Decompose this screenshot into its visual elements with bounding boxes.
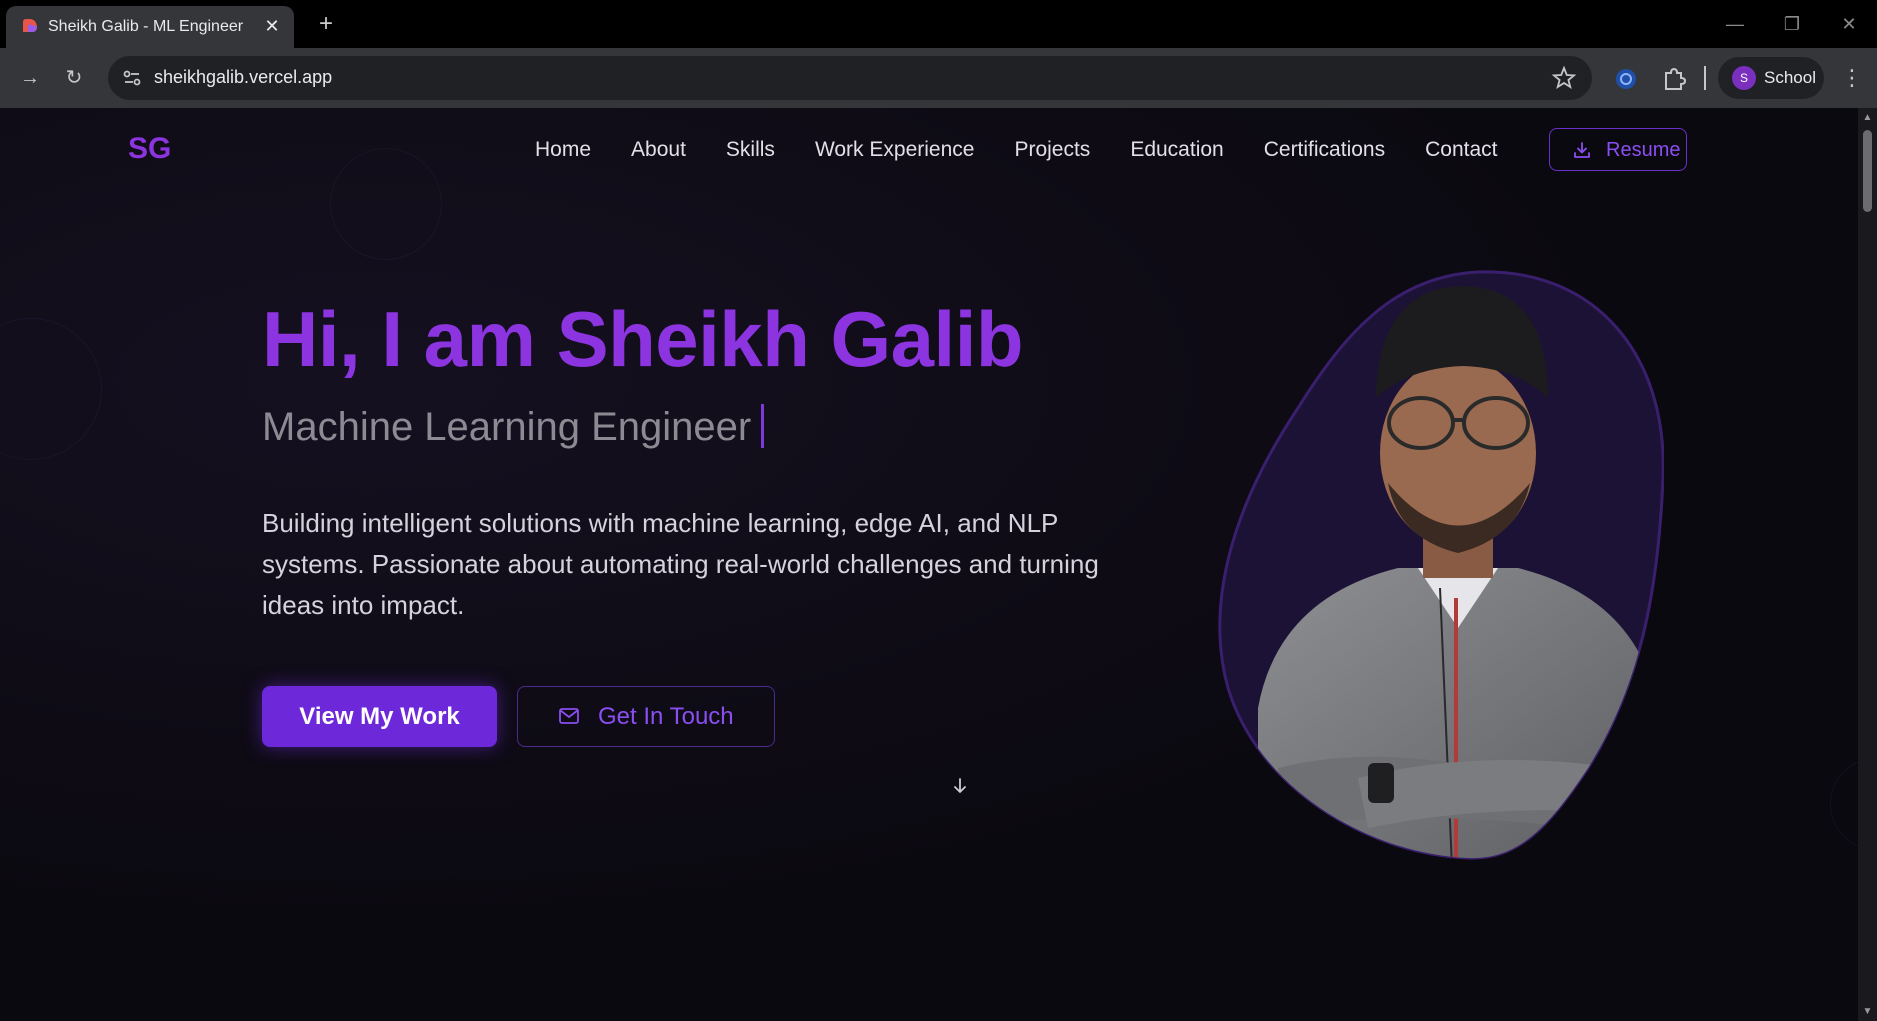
nav-item-skills[interactable]: Skills: [726, 138, 775, 162]
scroll-up-icon[interactable]: ▲: [1862, 112, 1873, 123]
profile-label: School: [1764, 68, 1816, 87]
get-in-touch-label: Get In Touch: [598, 703, 734, 730]
site-favicon-icon: [23, 19, 37, 32]
close-window-icon[interactable]: ✕: [1829, 8, 1869, 40]
resume-label: Resume: [1606, 139, 1681, 161]
extension-icon[interactable]: [1611, 64, 1641, 94]
decorative-circle: [1830, 758, 1858, 850]
hero-description: Building intelligent solutions with mach…: [262, 508, 1099, 620]
portfolio-page: SG Home About Skills Work Experience Pro…: [0, 108, 1858, 1021]
restore-icon[interactable]: ❐: [1772, 8, 1812, 40]
forward-icon[interactable]: →: [14, 62, 46, 94]
url-text: sheikhgalib.vercel.app: [154, 67, 333, 87]
nav-item-home[interactable]: Home: [535, 138, 591, 162]
browser-tab-bar: Sheikh Galib - ML Engineer ✕ + — ❐ ✕: [0, 0, 1877, 48]
hero-subtitle: Machine Learning Engineer: [262, 404, 765, 450]
get-in-touch-button[interactable]: Get In Touch: [517, 686, 775, 747]
extensions-puzzle-icon[interactable]: [1659, 64, 1689, 94]
bookmark-star-icon[interactable]: [1550, 64, 1578, 92]
main-nav: Home About Skills Work Experience Projec…: [535, 138, 1537, 162]
typing-caret: [761, 404, 765, 448]
view-my-work-button[interactable]: View My Work: [262, 686, 497, 747]
mail-icon: [559, 708, 579, 724]
page-scrollbar[interactable]: ▲ ▼: [1858, 108, 1877, 1021]
nav-item-education[interactable]: Education: [1130, 138, 1223, 162]
nav-item-certifications[interactable]: Certifications: [1264, 138, 1385, 162]
browser-menu-icon[interactable]: ⋮: [1838, 62, 1866, 94]
hero-subtitle-text: Machine Learning Engineer: [262, 405, 752, 449]
decorative-circle: [330, 148, 442, 260]
scroll-thumb[interactable]: [1863, 130, 1872, 212]
resume-button[interactable]: Resume: [1549, 128, 1687, 171]
profile-photo: [1218, 270, 1664, 860]
address-bar[interactable]: sheikhgalib.vercel.app: [108, 56, 1592, 100]
tab-title: Sheikh Galib - ML Engineer: [48, 18, 244, 35]
site-info-icon[interactable]: [118, 64, 146, 92]
avatar: S: [1732, 66, 1756, 90]
minimize-icon[interactable]: —: [1715, 8, 1755, 40]
nav-item-about[interactable]: About: [631, 138, 686, 162]
toolbar-divider: [1704, 66, 1706, 90]
scroll-down-icon[interactable]: ▼: [1862, 1006, 1873, 1017]
nav-item-contact[interactable]: Contact: [1425, 138, 1497, 162]
scroll-down-arrow-icon[interactable]: [950, 776, 970, 796]
browser-toolbar: → ↻ sheikhgalib.vercel.app S School ⋮: [0, 48, 1877, 108]
new-tab-icon[interactable]: +: [312, 10, 340, 38]
decorative-circle: [0, 318, 102, 460]
nav-item-projects[interactable]: Projects: [1014, 138, 1090, 162]
tab-close-icon[interactable]: ✕: [260, 14, 284, 38]
hero-title: Hi, I am Sheikh Galib: [262, 295, 1024, 383]
nav-item-work-experience[interactable]: Work Experience: [815, 138, 975, 162]
download-icon: [1574, 142, 1590, 158]
reload-icon[interactable]: ↻: [58, 62, 90, 94]
browser-tab[interactable]: Sheikh Galib - ML Engineer ✕: [6, 6, 294, 48]
site-logo[interactable]: SG: [128, 132, 171, 166]
profile-button[interactable]: S School: [1718, 57, 1824, 99]
